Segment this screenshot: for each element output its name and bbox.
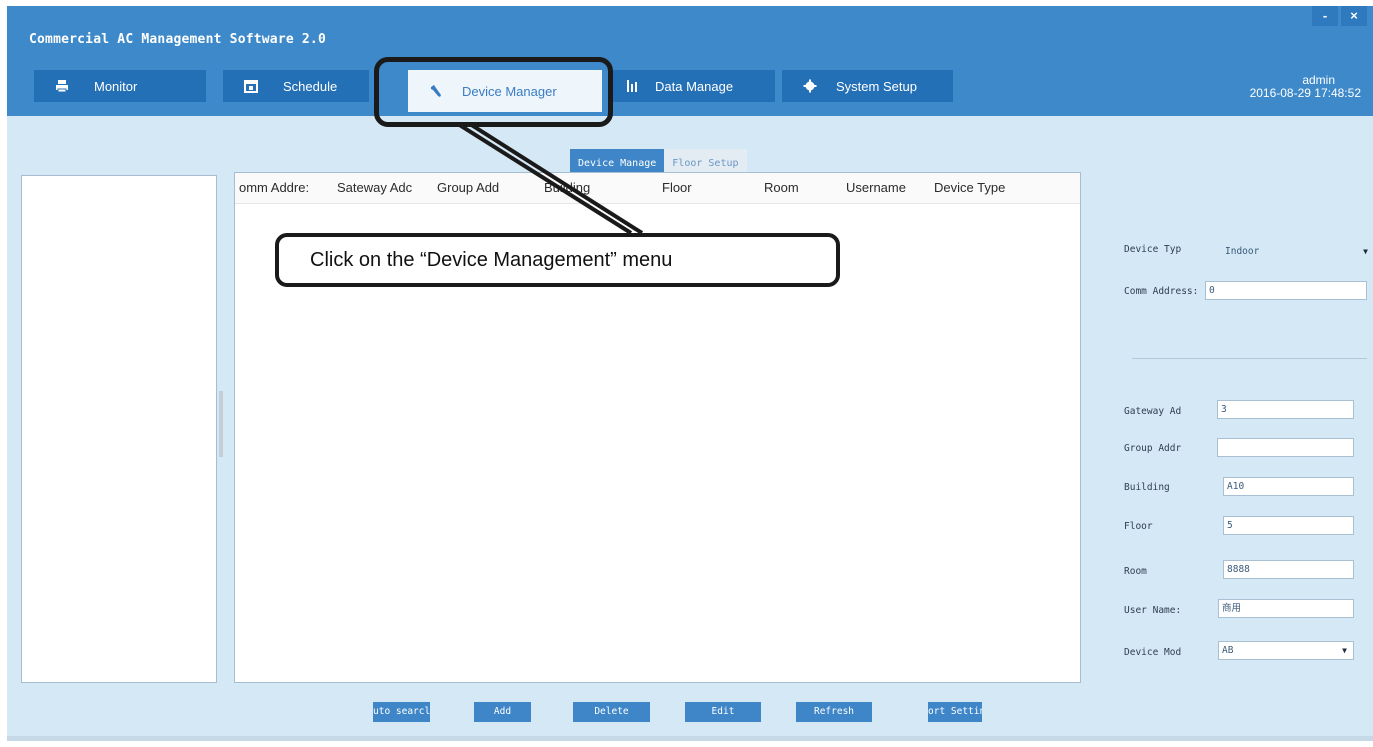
callout-pointer: [456, 122, 644, 235]
callout-label: Click on the “Device Management” menu: [275, 233, 840, 287]
